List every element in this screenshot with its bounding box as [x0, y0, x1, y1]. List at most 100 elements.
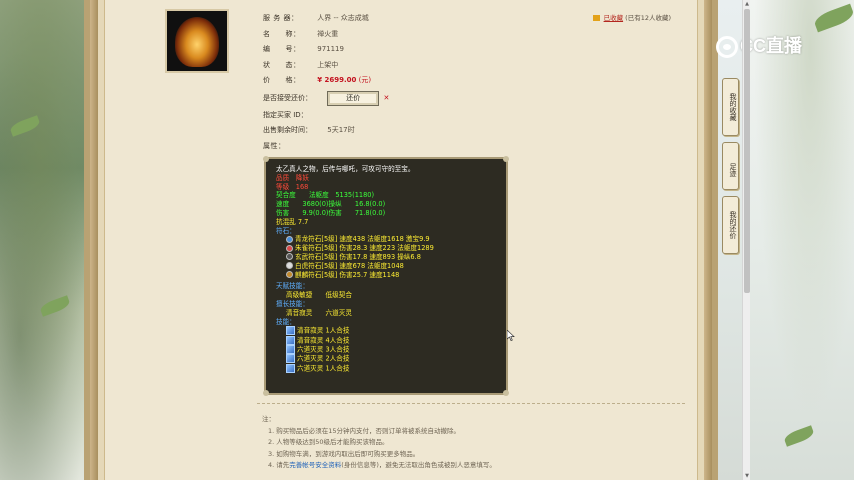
attribute-box: 太乙真人之物，后传与哪吒，可攻可守的至宝。 品质 降妖 等级 168 契合度 法… [263, 156, 509, 396]
page-scrollbar[interactable]: ▲ ▼ [742, 0, 750, 480]
grow-title: 擅长技能： [276, 299, 309, 308]
stone-text: 玄武符石[5级] 伤害17.8 速度893 操纵6.8 [295, 252, 421, 261]
skill-icon [286, 354, 295, 364]
stone-text: 青龙符石[5级] 速度438 法躯度1618 激宝9.9 [295, 235, 430, 244]
list-item: 朱雀符石[5级] 伤害28.3 速度223 法躯度1289 [286, 244, 496, 253]
bargain-close-icon[interactable]: ✕ [383, 89, 389, 108]
scroll-down-icon[interactable]: ▼ [743, 472, 751, 480]
favorite-count: (已有12人收藏) [625, 14, 671, 22]
attr-kang: 抗混乱 7.7 [276, 217, 309, 226]
side-tabs: 我的收藏 足迹 我的还价 [722, 78, 742, 260]
server-value: 人界 -- 众志成城 [317, 14, 369, 22]
account-security-link[interactable]: 完善帐号安全资料 [289, 461, 341, 469]
skill-icon [286, 363, 295, 373]
skills-title: 技能： [276, 317, 296, 326]
note-item: 3. 如购物车满，到游戏内取出后即可购买更多物品。 [268, 449, 420, 458]
cc-logo-icon [716, 36, 738, 59]
server-row: 服 务 器： 人界 -- 众志成城 已收藏 (已有12人收藏) [263, 11, 683, 27]
stone-icon [286, 262, 293, 270]
status-value: 上架中 [317, 60, 339, 69]
attr-hurt: 伤害 9.9(0.0)伤害 71.8(0.0) [276, 208, 386, 217]
price-label: 价 格： [263, 76, 301, 84]
id-row: 编 号： 971119 [263, 42, 683, 58]
item-description: 太乙真人之物，后传与哪吒，可攻可守的至宝。 [276, 165, 415, 173]
id-value: 971119 [317, 45, 344, 53]
list-item: 六道灭灵 2人合技 [286, 354, 496, 364]
leaf-decoration [38, 295, 72, 317]
list-item: 麒麟符石[5级] 伤害25.7 速度1148 [286, 271, 496, 280]
note-item-tail: (身份信息等)，避免无法取出角色或被别人恶意填写。 [341, 461, 496, 470]
note-item: 4. 请先完善帐号安全资料(身份信息等)，避免无法取出角色或被别人恶意填写。 [262, 460, 496, 472]
notes-section: 注： 1. 购买物品后必须在15分钟内支付，否则订单将被系统自动撤除。 2. 人… [262, 414, 496, 472]
stone-icon [286, 253, 293, 261]
stone-text: 朱雀符石[5级] 伤害28.3 速度223 法躯度1289 [295, 244, 434, 253]
panel-content: 服 务 器： 人界 -- 众志成城 已收藏 (已有12人收藏) 名 称： 禅火重… [104, 0, 698, 480]
status-label: 状 态： [263, 60, 301, 69]
favorite-area: 已收藏 (已有12人收藏) [592, 11, 671, 27]
attr-quality: 品质 降妖 [276, 173, 309, 182]
talent-skills: 高级敏捷 低级契合 [286, 291, 352, 300]
price-value: ¥ 2699.00 [317, 76, 357, 84]
skill-text: 六道灭灵 3人合技 [297, 345, 350, 354]
skill-text: 清音寂灵 1人合技 [297, 326, 350, 335]
note-item-text: 4. 请先 [268, 461, 290, 470]
note-item: 2. 人物等级达到50级后才能购买该物品。 [268, 438, 389, 447]
name-label: 名 称： [263, 29, 301, 38]
name-row: 名 称： 禅火重 [263, 27, 683, 43]
item-thumbnail [165, 9, 229, 73]
scroll-thumb[interactable] [744, 9, 750, 293]
bargain-label: 是否接受还价： [263, 94, 312, 102]
name-value: 禅火重 [317, 29, 339, 38]
item-figure-image [175, 17, 219, 67]
skill-text: 清音寂灵 4人合技 [297, 336, 350, 345]
tab-my-bargain[interactable]: 我的还价 [722, 196, 739, 254]
stone-list: 青龙符石[5级] 速度438 法躯度1618 激宝9.9 朱雀符石[5级] 伤害… [276, 235, 496, 279]
status-row: 状 态： 上架中 [263, 58, 683, 74]
list-item: 六道灭灵 1人合技 [286, 363, 496, 373]
skill-icon [286, 335, 295, 345]
skill-text: 六道灭灵 1人合技 [297, 364, 350, 373]
panel-edge-right [704, 0, 712, 480]
grow-skills: 清音寂灵 六道灭灵 [286, 308, 352, 317]
scroll-up-icon[interactable]: ▲ [743, 0, 751, 8]
box-corner [263, 390, 269, 396]
attr-qihe: 契合度 法躯度 5135(1180) [276, 191, 375, 200]
buyer-row: 指定买家 ID： [263, 108, 683, 124]
stone-icon [286, 271, 293, 279]
attr-row: 属性： [263, 139, 683, 155]
list-item: 白虎符石[5级] 速度678 法躯度1048 [286, 262, 496, 271]
favorite-icon [592, 15, 600, 21]
id-label: 编 号： [263, 45, 301, 53]
list-item: 清音寂灵 4人合技 [286, 335, 496, 345]
box-corner [503, 156, 509, 162]
stone-icon [286, 244, 293, 252]
bargain-button[interactable]: 还价 [327, 90, 380, 106]
list-item: 清音寂灵 1人合技 [286, 326, 496, 336]
panel-edge-left [90, 0, 98, 480]
time-label: 出售剩余时间： [263, 126, 312, 134]
list-item: 六道灭灵 3人合技 [286, 344, 496, 354]
box-corner [263, 156, 269, 162]
price-row: 价 格： ¥ 2699.00 (元) [263, 73, 683, 89]
leaf-decoration [812, 3, 854, 33]
talent-title: 天赋技能： [276, 282, 309, 291]
item-info: 服 务 器： 人界 -- 众志成城 已收藏 (已有12人收藏) 名 称： 禅火重… [263, 11, 683, 154]
server-label: 服 务 器： [263, 14, 299, 22]
cc-live-watermark: CC直播 [716, 33, 802, 59]
time-row: 出售剩余时间： 5天17时 [263, 123, 683, 139]
notes-title: 注： [262, 415, 275, 423]
time-value: 5天17时 [327, 126, 355, 134]
section-divider [257, 403, 685, 404]
favorite-link[interactable]: 已收藏 [604, 14, 624, 22]
right-scenery [744, 0, 854, 480]
list-item: 玄武符石[5级] 伤害17.8 速度893 操纵6.8 [286, 253, 496, 262]
tab-my-favorites[interactable]: 我的收藏 [722, 78, 739, 136]
price-unit: (元) [358, 76, 372, 84]
stone-text: 麒麟符石[5级] 伤害25.7 速度1148 [295, 270, 400, 279]
item-detail-panel: 服 务 器： 人界 -- 众志成城 已收藏 (已有12人收藏) 名 称： 禅火重… [84, 0, 718, 480]
leaf-decoration [782, 425, 816, 447]
box-corner [503, 390, 509, 396]
tab-footprint[interactable]: 足迹 [722, 142, 739, 190]
skill-icon [286, 326, 295, 336]
list-item: 青龙符石[5级] 速度438 法躯度1618 激宝9.9 [286, 235, 496, 244]
